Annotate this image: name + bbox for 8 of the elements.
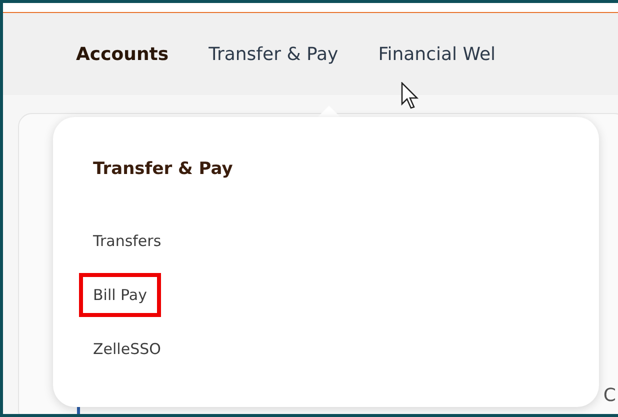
- nav-tab[interactable]: Financial Wel: [378, 44, 496, 64]
- background-text: C: [603, 385, 616, 406]
- nav-tab[interactable]: Transfer & Pay: [208, 44, 338, 64]
- menu-item[interactable]: ZelleSSO: [93, 337, 161, 361]
- nav-tab[interactable]: Accounts: [76, 44, 169, 64]
- menu-item[interactable]: Bill Pay: [79, 273, 162, 317]
- menu-title: Transfer & Pay: [93, 159, 234, 179]
- menu-item[interactable]: Transfers: [93, 229, 162, 253]
